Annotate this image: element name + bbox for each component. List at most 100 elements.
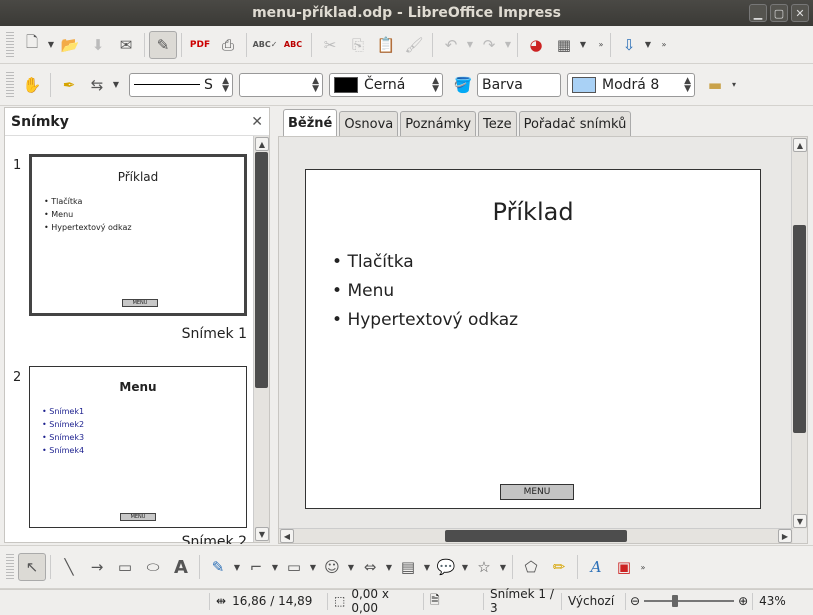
connector-icon[interactable]: ⌐ bbox=[242, 553, 270, 581]
shadow-icon[interactable]: ▬ bbox=[701, 71, 729, 99]
fill-color-select[interactable]: Modrá 8 ▲ ▼ bbox=[567, 72, 695, 97]
minimize-button[interactable]: ▁ bbox=[749, 4, 767, 22]
maximize-button[interactable]: ▢ bbox=[770, 4, 788, 22]
scroll-down-icon[interactable]: ▼ bbox=[793, 514, 807, 528]
fontwork-icon[interactable]: A bbox=[582, 553, 610, 581]
arrow-style-icon[interactable]: ⇆ bbox=[83, 71, 111, 99]
table-dropdown[interactable]: ▼ bbox=[578, 40, 588, 49]
insert-image-icon[interactable]: ▣ bbox=[610, 553, 638, 581]
block-arrows-icon[interactable]: ⇔ bbox=[356, 553, 384, 581]
chart-icon[interactable]: ◕ bbox=[522, 31, 550, 59]
connector-dropdown[interactable]: ▼ bbox=[270, 563, 280, 572]
zoom-value-cell[interactable]: 43% bbox=[752, 592, 792, 610]
editor-horizontal-scrollbar[interactable]: ◀ ▶ bbox=[279, 528, 793, 543]
zoom-slider[interactable] bbox=[644, 595, 735, 607]
slide-thumbnail-2[interactable]: Menu Snímek1 Snímek2 Snímek3 Snímek4 MEN… bbox=[29, 366, 247, 528]
presentation-icon[interactable]: ⇩ bbox=[615, 31, 643, 59]
scroll-down-icon[interactable]: ▼ bbox=[255, 527, 269, 541]
rectangle-icon[interactable]: ▭ bbox=[111, 553, 139, 581]
editor-vertical-scrollbar[interactable]: ▲ ▼ bbox=[791, 137, 807, 529]
slide-list-scrollbar[interactable]: ▲ ▼ bbox=[253, 136, 269, 542]
paste-icon[interactable]: 📋 bbox=[372, 31, 400, 59]
tab-normal[interactable]: Běžné bbox=[283, 109, 338, 136]
area-fill-icon[interactable]: 🪣 bbox=[449, 71, 477, 99]
text-tool-icon[interactable]: A bbox=[167, 553, 195, 581]
redo-icon[interactable]: ↷ bbox=[475, 31, 503, 59]
scroll-up-icon[interactable]: ▲ bbox=[255, 137, 269, 151]
tab-notes[interactable]: Poznámky bbox=[400, 111, 477, 136]
print-icon[interactable]: ⎙ bbox=[214, 31, 242, 59]
line-width-field[interactable]: ▲ ▼ bbox=[239, 72, 323, 97]
flowchart-icon[interactable]: ▤ bbox=[394, 553, 422, 581]
curve-dropdown[interactable]: ▼ bbox=[232, 563, 242, 572]
edit-mode-icon[interactable]: ✎ bbox=[149, 30, 177, 59]
scroll-up-icon[interactable]: ▲ bbox=[793, 138, 807, 152]
scroll-left-icon[interactable]: ◀ bbox=[280, 529, 294, 543]
line-tool-icon[interactable]: ╲ bbox=[55, 553, 83, 581]
presentation-dropdown[interactable]: ▼ bbox=[643, 40, 653, 49]
zoom-knob[interactable] bbox=[672, 595, 679, 607]
arrow-style-dropdown[interactable]: ▼ bbox=[111, 80, 121, 89]
symbol-shapes-dropdown[interactable]: ▼ bbox=[346, 563, 356, 572]
clone-format-icon[interactable]: 🖌 bbox=[400, 31, 428, 59]
points-icon[interactable]: ⬠ bbox=[517, 553, 545, 581]
callouts-icon[interactable]: 💬 bbox=[432, 553, 460, 581]
toolbar-overflow-4[interactable]: » bbox=[638, 563, 648, 572]
close-window-button[interactable]: ✕ bbox=[791, 4, 809, 22]
basic-shapes-dropdown[interactable]: ▼ bbox=[308, 563, 318, 572]
email-icon[interactable]: ✉ bbox=[112, 31, 140, 59]
stars-dropdown[interactable]: ▼ bbox=[498, 563, 508, 572]
undo-dropdown[interactable]: ▼ bbox=[465, 40, 475, 49]
block-arrows-dropdown[interactable]: ▼ bbox=[384, 563, 394, 572]
slide-thumbnail-1[interactable]: Příklad Tlačítka Menu Hypertextový odkaz… bbox=[29, 154, 247, 316]
table-icon[interactable]: ▦ bbox=[550, 31, 578, 59]
current-slide[interactable]: Příklad Tlačítka Menu Hypertextový odkaz… bbox=[305, 169, 761, 509]
scroll-thumb[interactable] bbox=[255, 152, 268, 388]
scroll-right-icon[interactable]: ▶ bbox=[778, 529, 792, 543]
zoom-in-icon[interactable]: ⊕ bbox=[738, 594, 748, 608]
ellipse-icon[interactable]: ⬭ bbox=[139, 553, 167, 581]
scroll-thumb[interactable] bbox=[793, 225, 806, 433]
copy-icon[interactable]: ⎘ bbox=[344, 31, 372, 59]
close-icon[interactable]: ✕ bbox=[251, 114, 263, 130]
callouts-dropdown[interactable]: ▼ bbox=[460, 563, 470, 572]
fill-type-select[interactable]: Barva bbox=[477, 72, 561, 97]
styles-icon[interactable]: ✋ bbox=[18, 71, 46, 99]
toolbar-overflow-1[interactable]: » bbox=[596, 40, 606, 49]
tab-outline[interactable]: Osnova bbox=[339, 111, 399, 136]
new-dropdown[interactable]: ▼ bbox=[46, 40, 56, 49]
basic-shapes-icon[interactable]: ▭ bbox=[280, 553, 308, 581]
toolbar-overflow-2[interactable]: » bbox=[659, 40, 669, 49]
open-folder-icon[interactable]: 📂 bbox=[56, 31, 84, 59]
cut-icon[interactable]: ✂ bbox=[316, 31, 344, 59]
curve-icon[interactable]: ✎ bbox=[204, 553, 232, 581]
line-color-select[interactable]: Černá ▲ ▼ bbox=[329, 72, 443, 97]
symbol-shapes-icon[interactable]: ☺ bbox=[318, 553, 346, 581]
new-document-icon[interactable]: 🗋 bbox=[18, 31, 46, 59]
line-style-select[interactable]: S ▲ ▼ bbox=[129, 72, 233, 97]
toolbar-grip-3[interactable] bbox=[6, 554, 14, 580]
undo-icon[interactable]: ↶ bbox=[437, 31, 465, 59]
toolbar-grip[interactable] bbox=[6, 31, 14, 58]
slide-bullets[interactable]: Tlačítka Menu Hypertextový odkaz bbox=[332, 248, 518, 335]
slide-title[interactable]: Příklad bbox=[306, 198, 760, 226]
scroll-thumb[interactable] bbox=[445, 530, 627, 542]
flowchart-dropdown[interactable]: ▼ bbox=[422, 563, 432, 572]
arrow-line-icon[interactable]: → bbox=[83, 553, 111, 581]
toolbar-overflow-3[interactable]: ▾ bbox=[729, 80, 739, 89]
line-icon[interactable]: ✒ bbox=[55, 71, 83, 99]
tab-handout[interactable]: Teze bbox=[478, 111, 517, 136]
tab-slide-sorter[interactable]: Pořadač snímků bbox=[518, 111, 632, 136]
document-modified-indicator[interactable]: 🗎 bbox=[424, 592, 484, 610]
select-arrow-icon[interactable]: ↖ bbox=[18, 553, 46, 581]
save-icon[interactable]: ⬇ bbox=[84, 31, 112, 59]
layout-indicator[interactable]: Výchozí bbox=[562, 592, 626, 610]
spellcheck-icon[interactable]: ABC✓ bbox=[251, 31, 279, 59]
redo-dropdown[interactable]: ▼ bbox=[503, 40, 513, 49]
zoom-out-icon[interactable]: ⊖ bbox=[630, 594, 640, 608]
glue-points-icon[interactable]: ✏ bbox=[545, 553, 573, 581]
toolbar-grip-2[interactable] bbox=[6, 71, 14, 98]
zoom-control[interactable]: ⊖ ⊕ bbox=[626, 594, 752, 608]
export-pdf-icon[interactable]: PDF bbox=[186, 31, 214, 59]
stars-icon[interactable]: ☆ bbox=[470, 553, 498, 581]
